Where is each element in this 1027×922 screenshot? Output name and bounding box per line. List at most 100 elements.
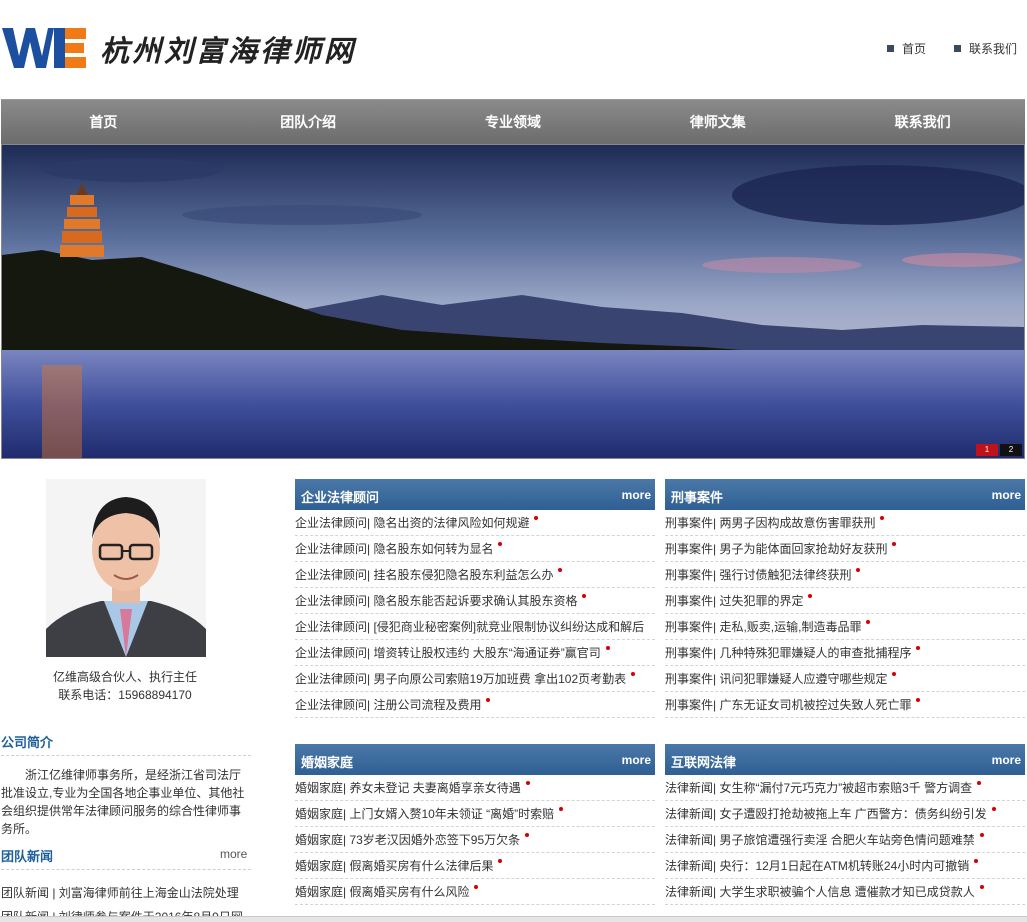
list-item[interactable]: 婚姻家庭| 养女未登记 夫妻离婚享亲女待遇 — [295, 775, 655, 801]
new-dot-icon — [525, 781, 530, 785]
article-list: 刑事案件| 两男子因构成故意伤害罪获刑 刑事案件| 男子为能体面回家抢劫好友获刑… — [665, 510, 1025, 718]
new-dot-icon — [979, 833, 984, 837]
new-dot-icon — [498, 859, 503, 863]
new-dot-icon — [977, 781, 982, 785]
nav-contact[interactable]: 联系我们 — [820, 100, 1025, 144]
divider — [1, 869, 251, 870]
list-item[interactable]: 刑事案件| 男子为能体面回家抢劫好友获刑 — [665, 536, 1025, 562]
window-bottom-edge — [0, 916, 1027, 922]
new-dot-icon — [880, 516, 885, 520]
list-item[interactable]: 刑事案件| 过失犯罪的界定 — [665, 588, 1025, 614]
company-intro-text: 浙江亿维律师事务所，是经浙江省司法厅批准设立,专业为全国各地企事业单位、其他社会… — [1, 768, 245, 836]
new-dot-icon — [979, 885, 984, 889]
list-item[interactable]: 法律新闻| 女生称“漏付7元巧克力”被超市索赔3千 警方调查 — [665, 775, 1025, 801]
list-item[interactable]: 婚姻家庭| 73岁老汉因婚外恋签下95万欠条 — [295, 827, 655, 853]
list-item[interactable]: 企业法律顾问| [侵犯商业秘密案例]就竞业限制协议纠纷达成和解后 — [295, 614, 655, 640]
list-item[interactable]: 刑事案件| 广东无证女司机被控过失致人死亡罪 — [665, 692, 1025, 718]
we-logo[interactable] — [2, 26, 86, 70]
panel-header: 企业法律顾问 more — [295, 479, 655, 510]
list-item[interactable]: 企业法律顾问| 注册公司流程及费用 — [295, 692, 655, 718]
list-item[interactable]: 法律新闻| 女子遭殴打抢劫被拖上车 广西警方：债务纠纷引发 — [665, 801, 1025, 827]
site-header: 杭州刘富海律师网 首页 联系我们 — [0, 0, 1027, 99]
new-dot-icon — [559, 807, 564, 811]
new-dot-icon — [631, 672, 636, 676]
list-item[interactable]: 企业法律顾问| 挂名股东侵犯隐名股东利益怎么办 — [295, 562, 655, 588]
list-item[interactable]: 企业法律顾问| 隐名股东能否起诉要求确认其股东资格 — [295, 588, 655, 614]
new-dot-icon — [866, 620, 871, 624]
list-item[interactable]: 刑事案件| 讯问犯罪嫌疑人应遵守哪些规定 — [665, 666, 1025, 692]
panel-more-link[interactable]: more — [622, 753, 651, 767]
team-news-title: 团队新闻 — [1, 849, 54, 864]
article-list: 婚姻家庭| 养女未登记 夫妻离婚享亲女待遇 婚姻家庭| 上门女婿入赘10年未领证… — [295, 775, 655, 905]
list-item[interactable]: 法律新闻| 大学生求职被骗个人信息 遭催款才知已成贷款人 — [665, 879, 1025, 905]
panel-title: 婚姻家庭 — [301, 755, 354, 770]
profile-caption: 亿维高级合伙人、执行主任 联系电话：15968894170 — [0, 668, 250, 704]
nav-home[interactable]: 首页 — [1, 100, 206, 144]
banner-page-1[interactable]: 1 — [976, 444, 998, 456]
new-dot-icon — [892, 542, 897, 546]
panel-header: 婚姻家庭 more — [295, 744, 655, 775]
new-dot-icon — [916, 698, 921, 702]
new-dot-icon — [916, 646, 921, 650]
panel-header: 互联网法律 more — [665, 744, 1025, 775]
profile-phone: 联系电话：15968894170 — [58, 688, 192, 702]
list-item[interactable]: 婚姻家庭| 上门女婿入赘10年未领证 “离婚”时索赔 — [295, 801, 655, 827]
nav-team[interactable]: 团队介绍 — [206, 100, 411, 144]
list-item[interactable]: 法律新闻| 央行：12月1日起在ATM机转账24小时内可撤销 — [665, 853, 1025, 879]
nav-practice-areas[interactable]: 专业领域 — [411, 100, 616, 144]
list-item[interactable]: 刑事案件| 两男子因构成故意伤害罪获刑 — [665, 510, 1025, 536]
new-dot-icon — [498, 542, 503, 546]
square-bullet-icon — [886, 45, 894, 52]
main-nav: 首页 团队介绍 专业领域 律师文集 联系我们 — [1, 99, 1025, 144]
panel-title: 刑事案件 — [671, 490, 724, 505]
list-item[interactable]: 企业法律顾问| 隐名股东如何转为显名 — [295, 536, 655, 562]
hero-banner[interactable]: 1 2 — [1, 144, 1025, 459]
new-dot-icon — [974, 859, 979, 863]
company-intro-title: 公司简介 — [1, 735, 54, 750]
list-item[interactable]: 刑事案件| 强行讨债触犯法律终获刑 — [665, 562, 1025, 588]
list-item[interactable]: 刑事案件| 几种特殊犯罪嫌疑人的审查批捕程序 — [665, 640, 1025, 666]
list-item[interactable]: 企业法律顾问| 增资转让股权违约 大股东“海通证券”赢官司 — [295, 640, 655, 666]
list-item[interactable]: 企业法律顾问| 男子向原公司索赔19万加班费 拿出102页考勤表 — [295, 666, 655, 692]
new-dot-icon — [808, 594, 813, 598]
list-item[interactable]: 法律新闻| 男子旅馆遭强行卖淫 合肥火车站旁色情问题难禁 — [665, 827, 1025, 853]
list-item[interactable]: 婚姻家庭| 假离婚买房有什么风险 — [295, 879, 655, 905]
new-dot-icon — [582, 594, 587, 598]
west-lake-image — [2, 145, 1024, 458]
top-links: 首页 联系我们 — [886, 40, 1017, 57]
panel-internet-law: 互联网法律 more 法律新闻| 女生称“漏付7元巧克力”被超市索赔3千 警方调… — [665, 744, 1025, 905]
new-dot-icon — [856, 568, 861, 572]
banner-pager: 1 2 — [976, 444, 1022, 456]
panel-more-link[interactable]: more — [622, 488, 651, 502]
list-item[interactable]: 企业法律顾问| 隐名出资的法律风险如何规避 — [295, 510, 655, 536]
panel-title: 互联网法律 — [671, 755, 737, 770]
square-bullet-icon — [953, 45, 961, 52]
new-dot-icon — [474, 885, 479, 889]
team-news-item[interactable]: 团队新闻 | 刘富海律师前往上海金山法院处理 — [1, 884, 256, 901]
new-dot-icon — [991, 807, 996, 811]
new-dot-icon — [486, 698, 491, 702]
panel-header: 刑事案件 more — [665, 479, 1025, 510]
panel-title: 企业法律顾问 — [301, 490, 380, 505]
article-list: 企业法律顾问| 隐名出资的法律风险如何规避 企业法律顾问| 隐名股东如何转为显名… — [295, 510, 655, 718]
new-dot-icon — [605, 646, 610, 650]
banner-page-2[interactable]: 2 — [1000, 444, 1022, 456]
nav-articles[interactable]: 律师文集 — [615, 100, 820, 144]
panel-more-link[interactable]: more — [992, 488, 1021, 502]
divider — [1, 755, 251, 756]
list-item[interactable]: 婚姻家庭| 假离婚买房有什么法律后果 — [295, 853, 655, 879]
top-link-contact[interactable]: 联系我们 — [953, 40, 1017, 57]
article-list: 法律新闻| 女生称“漏付7元巧克力”被超市索赔3千 警方调查 法律新闻| 女子遭… — [665, 775, 1025, 905]
panel-corporate-counsel: 企业法律顾问 more 企业法律顾问| 隐名出资的法律风险如何规避 企业法律顾问… — [295, 479, 655, 718]
panel-more-link[interactable]: more — [992, 753, 1021, 767]
new-dot-icon — [534, 516, 539, 520]
new-dot-icon — [558, 568, 563, 572]
new-dot-icon — [525, 833, 530, 837]
profile-title: 亿维高级合伙人、执行主任 — [52, 670, 197, 684]
lawyer-photo — [46, 479, 206, 657]
list-item[interactable]: 刑事案件| 走私,贩卖,运输,制造毒品罪 — [665, 614, 1025, 640]
panel-marriage-family: 婚姻家庭 more 婚姻家庭| 养女未登记 夫妻离婚享亲女待遇 婚姻家庭| 上门… — [295, 744, 655, 905]
top-link-home[interactable]: 首页 — [886, 40, 926, 57]
team-news-more-link[interactable]: more — [220, 847, 247, 861]
new-dot-icon — [892, 672, 897, 676]
